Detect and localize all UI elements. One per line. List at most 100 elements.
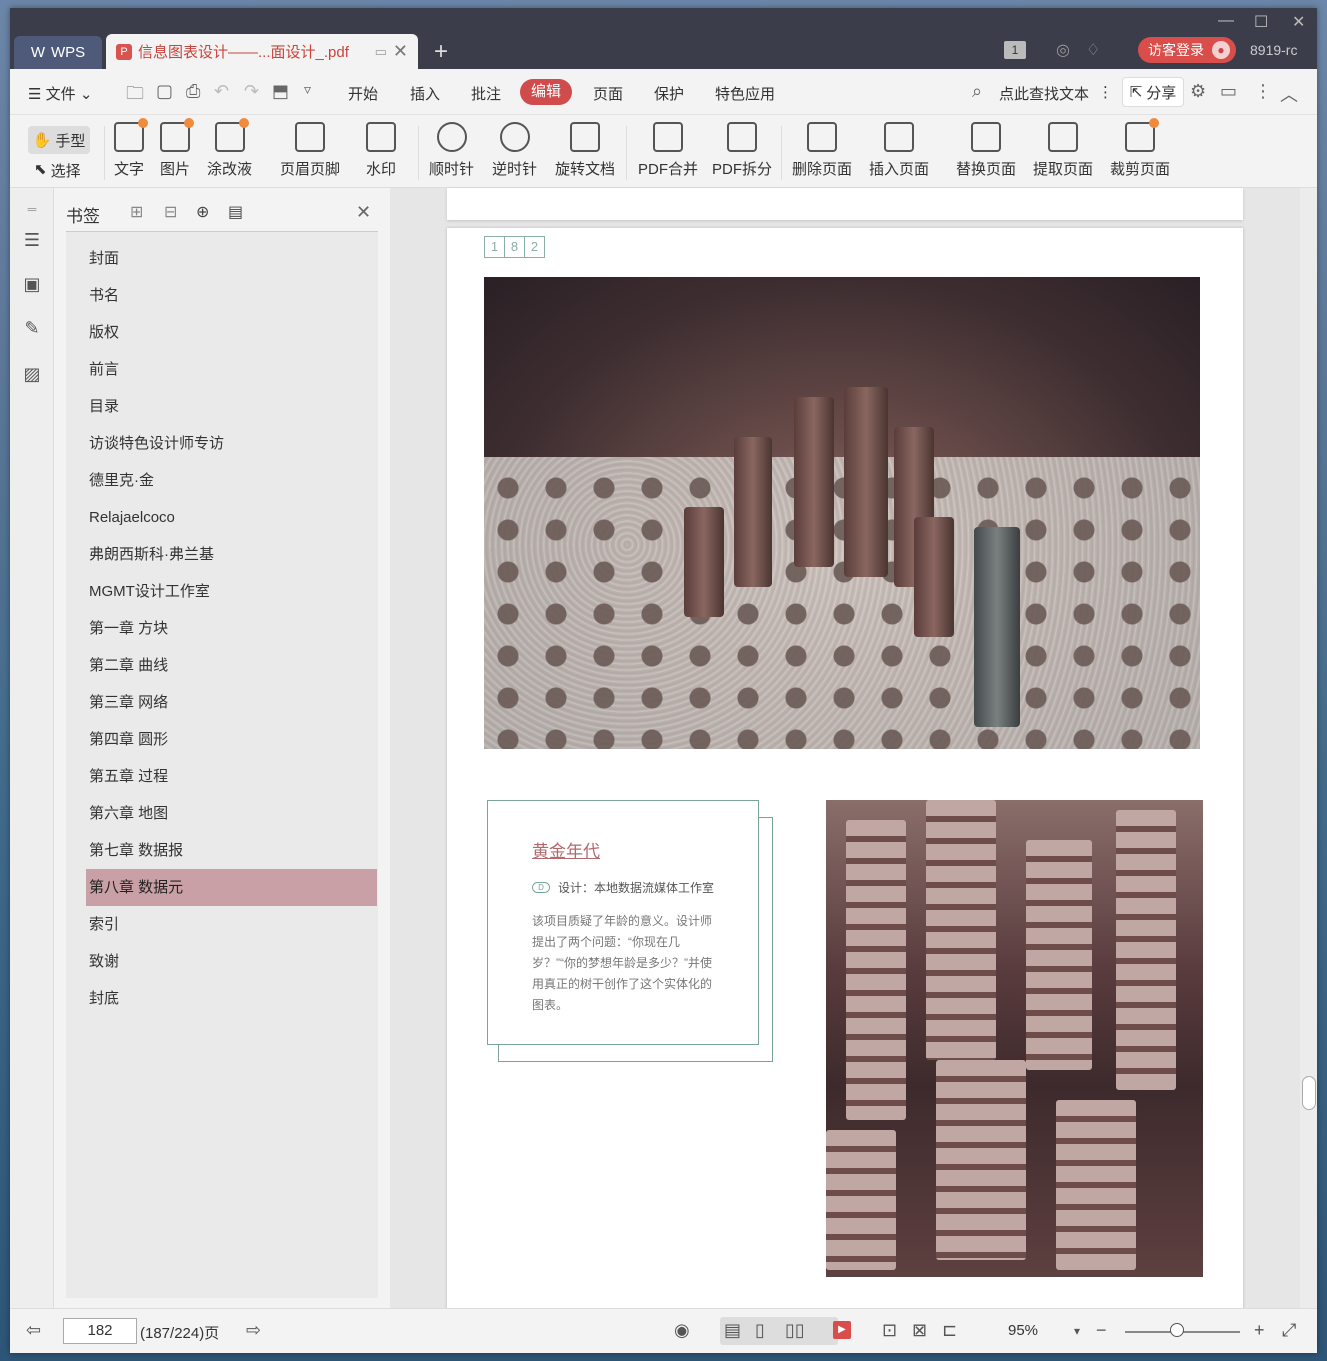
wps-home-tab[interactable]: W WPS: [14, 36, 102, 69]
fit-width-icon[interactable]: ⊏: [942, 1320, 957, 1341]
bookmark-item[interactable]: 第三章 网络: [86, 684, 377, 721]
bookmark-item[interactable]: 第八章 数据元: [86, 869, 377, 906]
pdf-split-tool[interactable]: PDF拆分: [712, 122, 772, 179]
crop-page-tool[interactable]: 裁剪页面: [1110, 118, 1170, 179]
rotate-clockwise-tool[interactable]: 顺时针: [429, 122, 474, 179]
bookmark-item[interactable]: 第一章 方块: [86, 610, 377, 647]
close-tab-icon[interactable]: ✕: [393, 41, 408, 62]
menu-special[interactable]: 特色应用: [715, 83, 775, 104]
maximize-icon[interactable]: ☐: [1254, 12, 1268, 32]
collapse-all-icon[interactable]: ⊟: [164, 202, 177, 222]
vertical-scrollbar[interactable]: [1300, 188, 1317, 1308]
insert-page-tool[interactable]: 插入页面: [869, 122, 929, 179]
find-text-input[interactable]: 点此查找文本: [999, 83, 1089, 104]
new-tab-button[interactable]: +: [434, 38, 448, 66]
monitor-icon[interactable]: ▭: [375, 44, 387, 60]
export-icon[interactable]: ⬒: [272, 81, 289, 102]
menu-annotate[interactable]: 批注: [471, 83, 501, 104]
bookmark-item[interactable]: 版权: [86, 314, 377, 351]
bookmark-item[interactable]: MGMT设计工作室: [86, 573, 377, 610]
file-menu[interactable]: ☰ 文件 ⌄: [28, 83, 92, 104]
bookmark-item[interactable]: 第四章 圆形: [86, 721, 377, 758]
menu-start[interactable]: 开始: [348, 83, 378, 104]
replace-page-tool[interactable]: 替换页面: [956, 122, 1016, 179]
thumbnail-panel-icon[interactable]: ▣: [21, 274, 43, 294]
continuous-view-icon[interactable]: ▤: [724, 1320, 741, 1341]
bookmark-item[interactable]: 第五章 过程: [86, 758, 377, 795]
watermark-tool[interactable]: 水印: [366, 122, 396, 179]
hand-tool-button[interactable]: ✋ 手型: [28, 126, 90, 154]
guest-login-button[interactable]: 访客登录 ●: [1138, 37, 1236, 63]
bookmark-item[interactable]: 封面: [86, 240, 377, 277]
previous-page-icon[interactable]: ⇦: [26, 1320, 41, 1341]
save-icon[interactable]: ▢: [156, 81, 173, 102]
document-tab[interactable]: P 信息图表设计——...面设计_.pdf ▭ ✕: [106, 34, 418, 69]
extract-page-tool[interactable]: 提取页面: [1033, 122, 1093, 179]
bookmark-item[interactable]: 封底: [86, 980, 377, 1017]
annotation-panel-icon[interactable]: ✎: [21, 318, 43, 338]
two-page-icon[interactable]: ▯▯: [785, 1320, 805, 1341]
header-footer-tool[interactable]: 页眉页脚: [280, 122, 340, 179]
bookmark-item[interactable]: 访谈特色设计师专访: [86, 425, 377, 462]
more-quick-icon[interactable]: ▿: [304, 81, 311, 98]
minimize-icon[interactable]: —: [1218, 12, 1234, 30]
bookmark-panel-icon[interactable]: ☰: [21, 230, 43, 250]
eye-protection-icon[interactable]: ◉: [674, 1320, 690, 1341]
image-tool[interactable]: 图片: [160, 118, 194, 179]
menu-protect[interactable]: 保护: [654, 83, 684, 104]
bookmark-item[interactable]: 第六章 地图: [86, 795, 377, 832]
bookmark-item[interactable]: 书名: [86, 277, 377, 314]
share-button[interactable]: ⇱ 分享: [1122, 77, 1184, 107]
expand-all-icon[interactable]: ⊞: [130, 202, 143, 222]
drag-handle-icon[interactable]: ═: [21, 202, 43, 222]
actual-size-icon[interactable]: ⊡: [882, 1320, 897, 1341]
zoom-slider-knob[interactable]: [1170, 1323, 1184, 1337]
play-slideshow-icon[interactable]: ▶: [833, 1321, 851, 1339]
bookmark-item[interactable]: 第七章 数据报: [86, 832, 377, 869]
close-window-icon[interactable]: ✕: [1292, 12, 1305, 32]
more-icon[interactable]: ⋮: [1254, 81, 1272, 102]
bookmark-item[interactable]: 德里克·金: [86, 462, 377, 499]
next-page-icon[interactable]: ⇨: [246, 1320, 261, 1341]
fullscreen-icon[interactable]: ⤢: [1282, 1320, 1296, 1341]
search-icon[interactable]: ⌕: [972, 81, 982, 102]
collapse-ribbon-icon[interactable]: ︿: [1280, 81, 1298, 107]
window-count-badge[interactable]: 1: [1004, 41, 1026, 59]
bookmark-item[interactable]: 弗朗西斯科·弗兰基: [86, 536, 377, 573]
settings-gear-icon[interactable]: ⚙: [1190, 81, 1206, 102]
bookmark-item[interactable]: 前言: [86, 351, 377, 388]
more-vertical-icon[interactable]: ⋮: [1098, 83, 1113, 101]
signature-panel-icon[interactable]: ▨: [21, 364, 43, 384]
scrollbar-thumb[interactable]: [1302, 1076, 1316, 1110]
select-tool-button[interactable]: ⬉ 选择: [34, 160, 81, 181]
shirt-icon[interactable]: ♢: [1086, 40, 1100, 60]
single-page-icon[interactable]: ▯: [755, 1320, 765, 1341]
correction-tool[interactable]: 涂改液: [207, 118, 252, 179]
comment-icon[interactable]: ▭: [1220, 81, 1237, 102]
rotate-document-tool[interactable]: 旋转文档: [555, 122, 615, 179]
undo-icon[interactable]: ↶: [214, 81, 229, 102]
delete-page-tool[interactable]: 删除页面: [792, 122, 852, 179]
bookmark-item[interactable]: 索引: [86, 906, 377, 943]
close-panel-icon[interactable]: ✕: [356, 202, 371, 223]
page-number-input[interactable]: 182: [63, 1318, 137, 1344]
bookmark-item[interactable]: Relajaelcoco: [86, 499, 377, 536]
open-folder-icon[interactable]: 🗀: [126, 81, 144, 111]
text-tool[interactable]: 文字: [114, 118, 148, 179]
pdf-merge-tool[interactable]: PDF合并: [638, 122, 698, 179]
print-icon[interactable]: ⎙: [186, 81, 200, 102]
zoom-dropdown-icon[interactable]: ▾: [1074, 1324, 1080, 1338]
menu-page[interactable]: 页面: [593, 83, 623, 104]
skin-icon[interactable]: ◎: [1056, 40, 1070, 60]
bookmark-item[interactable]: 致谢: [86, 943, 377, 980]
bookmark-item[interactable]: 第二章 曲线: [86, 647, 377, 684]
zoom-out-icon[interactable]: −: [1096, 1320, 1107, 1341]
fit-page-icon[interactable]: ⊠: [912, 1320, 927, 1341]
redo-icon[interactable]: ↷: [244, 81, 259, 102]
menu-edit[interactable]: 编辑: [520, 79, 572, 105]
rotate-counterclockwise-tool[interactable]: 逆时针: [492, 122, 537, 179]
add-bookmark-icon[interactable]: ⊕: [196, 202, 209, 222]
bookmark-item[interactable]: 目录: [86, 388, 377, 425]
zoom-level[interactable]: 95%: [1008, 1322, 1038, 1339]
zoom-in-icon[interactable]: +: [1254, 1320, 1265, 1341]
